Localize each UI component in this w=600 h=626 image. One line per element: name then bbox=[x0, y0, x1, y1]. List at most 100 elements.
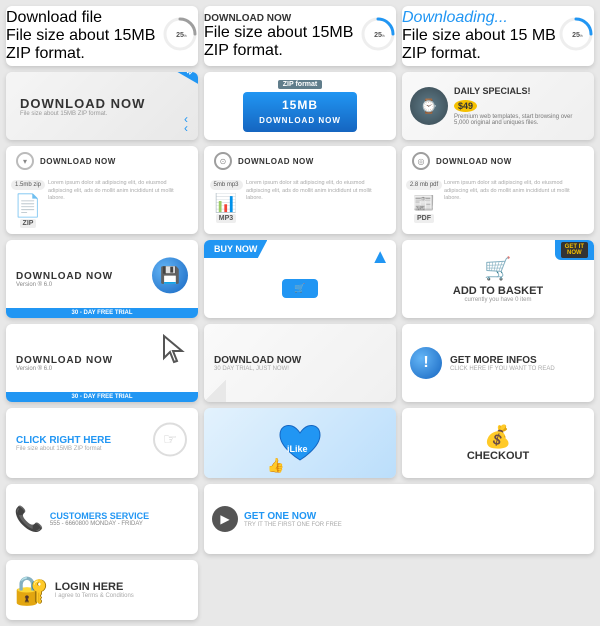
mp3-icon: 📊 bbox=[215, 193, 237, 214]
dropdown-icon-3[interactable]: ◎ bbox=[412, 152, 430, 170]
daily-title: DAILY SPECIALS! bbox=[454, 86, 586, 96]
zip-download-card[interactable]: ZIP format 15MB DOWNLOAD NOW bbox=[204, 72, 396, 140]
ribbon-new: New bbox=[169, 72, 198, 86]
get-one-title: GET ONE NOW bbox=[244, 511, 586, 522]
svg-text:%: % bbox=[579, 33, 583, 38]
zip-badge: ZIP format bbox=[278, 80, 323, 89]
basket-icon: 🛒 bbox=[484, 256, 511, 282]
dropdown-icon-2[interactable]: ⊙ bbox=[214, 152, 232, 170]
zip-size: 15MB DOWNLOAD NOW bbox=[243, 92, 357, 132]
save-disk-icon: 💾 bbox=[152, 257, 188, 293]
svg-text:%: % bbox=[183, 33, 187, 38]
zip-file-icon: 📄 bbox=[14, 193, 41, 219]
dl-zip-tag: 1.5mb zip bbox=[11, 180, 45, 190]
progress-ring-1: 25 % bbox=[162, 16, 198, 57]
card-sub-2: File size about 15MB ZIP format. bbox=[204, 24, 360, 60]
daily-sub: Premium web templates, start browsing ov… bbox=[454, 114, 586, 126]
checkout-card[interactable]: 💰 CHECKOUT bbox=[402, 408, 594, 478]
download-progress-card-3[interactable]: Downloading... File size about 15 MB ZIP… bbox=[402, 6, 594, 66]
card-sub-1: File size about 15MB ZIP format. bbox=[6, 27, 162, 63]
dl-zip-title: DOWNLOAD NOW bbox=[40, 157, 188, 166]
pdf-icon: 📰 bbox=[413, 193, 435, 214]
card-title-3: Downloading... bbox=[402, 9, 558, 27]
cursor-icon bbox=[160, 334, 192, 366]
money-icon: 💰 bbox=[484, 424, 511, 450]
phone-icon: 📞 bbox=[14, 505, 44, 534]
get-more-infos-card[interactable]: ! GET MORE INFOS CLICK HERE IF YOU WANT … bbox=[402, 324, 594, 402]
login-title: LOGIN HERE bbox=[55, 581, 190, 593]
watch-icon: ⌚ bbox=[410, 87, 448, 125]
download-trial-card-right[interactable]: DOWNLOAD NOW Version ® 6.0 30 - DAY FREE… bbox=[6, 324, 198, 402]
card-sub-3: File size about 15 MB ZIP format. bbox=[402, 27, 558, 63]
add-to-basket-card[interactable]: GET ITNOW 🛒 ADD TO BASKET currently you … bbox=[402, 240, 594, 318]
dl-zip-badge: ZIP bbox=[20, 219, 37, 228]
progress-ring-3: 25 % bbox=[558, 16, 594, 57]
peel-corner-icon bbox=[204, 380, 226, 402]
dl-zip-desc: Lorem ipsum dolor sit adipiscing elit, d… bbox=[48, 180, 190, 203]
dl-v2-right-version: Version ® 6.0 bbox=[16, 366, 52, 372]
buy-now-button[interactable]: 🛒 bbox=[282, 279, 317, 298]
dl-pdf-desc: Lorem ipsum dolor sit adipiscing elit, d… bbox=[444, 180, 586, 203]
click-right-here-card[interactable]: CLICK RIGHT HERE File size about 15MB ZI… bbox=[6, 408, 198, 478]
svg-text:☞: ☞ bbox=[163, 432, 177, 449]
download-progress-card-2[interactable]: DOWNLOAD NOW File size about 15MB ZIP fo… bbox=[204, 6, 396, 66]
dl-v2-left-version: Version ® 6.0 bbox=[16, 282, 52, 288]
customers-title: CUSTOMERS SERVICE bbox=[50, 511, 190, 521]
download-big-title: DOWNLOAD NOW bbox=[20, 96, 145, 111]
dl-v2-left-title: DOWNLOAD NOW bbox=[16, 271, 113, 282]
dl-v2-right-trial: 30 - DAY FREE TRIAL bbox=[6, 392, 198, 402]
customers-service-card[interactable]: 📞 CUSTOMERS SERVICE 555 - 6660800 MONDAY… bbox=[6, 484, 198, 554]
click-right-sub: File size about 15MB ZIP format bbox=[16, 446, 102, 452]
zip-size-label: 15MB bbox=[282, 98, 318, 112]
zip-btn-label: DOWNLOAD NOW bbox=[259, 116, 341, 125]
dl-v2-right-title: DOWNLOAD NOW bbox=[16, 355, 113, 366]
dropdown-icon[interactable]: ▾ bbox=[16, 152, 34, 170]
heart-icon: iLike 👍 bbox=[275, 418, 325, 468]
info-icon: ! bbox=[410, 347, 442, 379]
download-pdf-card[interactable]: ◎ DOWNLOAD NOW 2.8 mb pdf 📰 PDF Lorem ip… bbox=[402, 146, 594, 234]
info-sub: CLICK HERE IF YOU WANT TO READ bbox=[450, 366, 586, 372]
basket-title: ADD TO BASKET bbox=[453, 285, 543, 297]
basket-ribbon: GET ITNOW bbox=[555, 240, 594, 260]
peel-sub: 30 DAY TRIAL, JUST NOW! bbox=[214, 366, 289, 372]
lock-icon: 🔐 bbox=[14, 574, 49, 607]
info-title: GET MORE INFOS bbox=[450, 355, 586, 366]
dl-pdf-badge: PDF bbox=[414, 214, 434, 223]
dl-mp3-badge: MP3 bbox=[216, 214, 236, 223]
get-one-now-card[interactable]: ▶ GET ONE NOW TRY IT THE FIRST ONE FOR F… bbox=[204, 484, 594, 554]
download-mp3-card[interactable]: ⊙ DOWNLOAD NOW 5mb mp3 📊 MP3 Lorem ipsum… bbox=[204, 146, 396, 234]
download-peel-card[interactable]: DOWNLOAD NOW 30 DAY TRIAL, JUST NOW! bbox=[204, 324, 396, 402]
download-progress-card-1[interactable]: Download file File size about 15MB ZIP f… bbox=[6, 6, 198, 66]
ilike-text: iLike bbox=[287, 444, 308, 454]
click-right-title: CLICK RIGHT HERE bbox=[16, 435, 111, 446]
get-it-now-label: GET ITNOW bbox=[561, 242, 588, 258]
dl-mp3-title: DOWNLOAD NOW bbox=[238, 157, 386, 166]
download-zip-card[interactable]: ▾ DOWNLOAD NOW 1.5mb zip 📄 ZIP Lorem ips… bbox=[6, 146, 198, 234]
dl-mp3-tag: 5mb mp3 bbox=[210, 180, 243, 190]
basket-sub: currently you have 0 item bbox=[464, 297, 531, 303]
login-sub: I agree to Terms & Conditions bbox=[55, 593, 190, 599]
svg-text:%: % bbox=[381, 33, 385, 38]
dl-pdf-tag: 2.8 mb pdf bbox=[406, 180, 442, 190]
checkout-title: CHECKOUT bbox=[467, 450, 529, 462]
ilike-card[interactable]: iLike 👍 bbox=[204, 408, 396, 478]
card-title-2: DOWNLOAD NOW bbox=[204, 13, 360, 24]
dl-mp3-desc: Lorem ipsum dolor sit adipiscing elit, d… bbox=[246, 180, 388, 203]
get-one-sub: TRY IT THE FIRST ONE FOR FREE bbox=[244, 522, 586, 528]
download-trial-card-left[interactable]: DOWNLOAD NOW Version ® 6.0 💾 30 - DAY FR… bbox=[6, 240, 198, 318]
card-title-1: Download file bbox=[6, 9, 162, 27]
arrow-up-icon: ▲ bbox=[370, 246, 390, 269]
login-card[interactable]: 🔐 LOGIN HERE I agree to Terms & Conditio… bbox=[6, 560, 198, 620]
hand-cursor-icon: ☞ bbox=[152, 422, 188, 465]
dl-pdf-title: DOWNLOAD NOW bbox=[436, 157, 584, 166]
download-big-sub: File size about 15MB ZIP format. bbox=[20, 111, 107, 117]
chevron-down-icon: ‹‹ bbox=[184, 115, 188, 134]
daily-specials-card[interactable]: ⌚ DAILY SPECIALS! $49 Premium web templa… bbox=[402, 72, 594, 140]
arrow-right-icon: ▶ bbox=[212, 506, 238, 532]
thumbs-up-icon: 👍 bbox=[267, 457, 284, 474]
peel-title: DOWNLOAD NOW bbox=[214, 355, 301, 366]
daily-price: $49 bbox=[454, 100, 477, 112]
buy-now-card[interactable]: BUY NOW ▲ 🛒 bbox=[204, 240, 396, 318]
progress-ring-2: 25 % bbox=[360, 16, 396, 57]
download-big-card[interactable]: New DOWNLOAD NOW File size about 15MB ZI… bbox=[6, 72, 198, 140]
